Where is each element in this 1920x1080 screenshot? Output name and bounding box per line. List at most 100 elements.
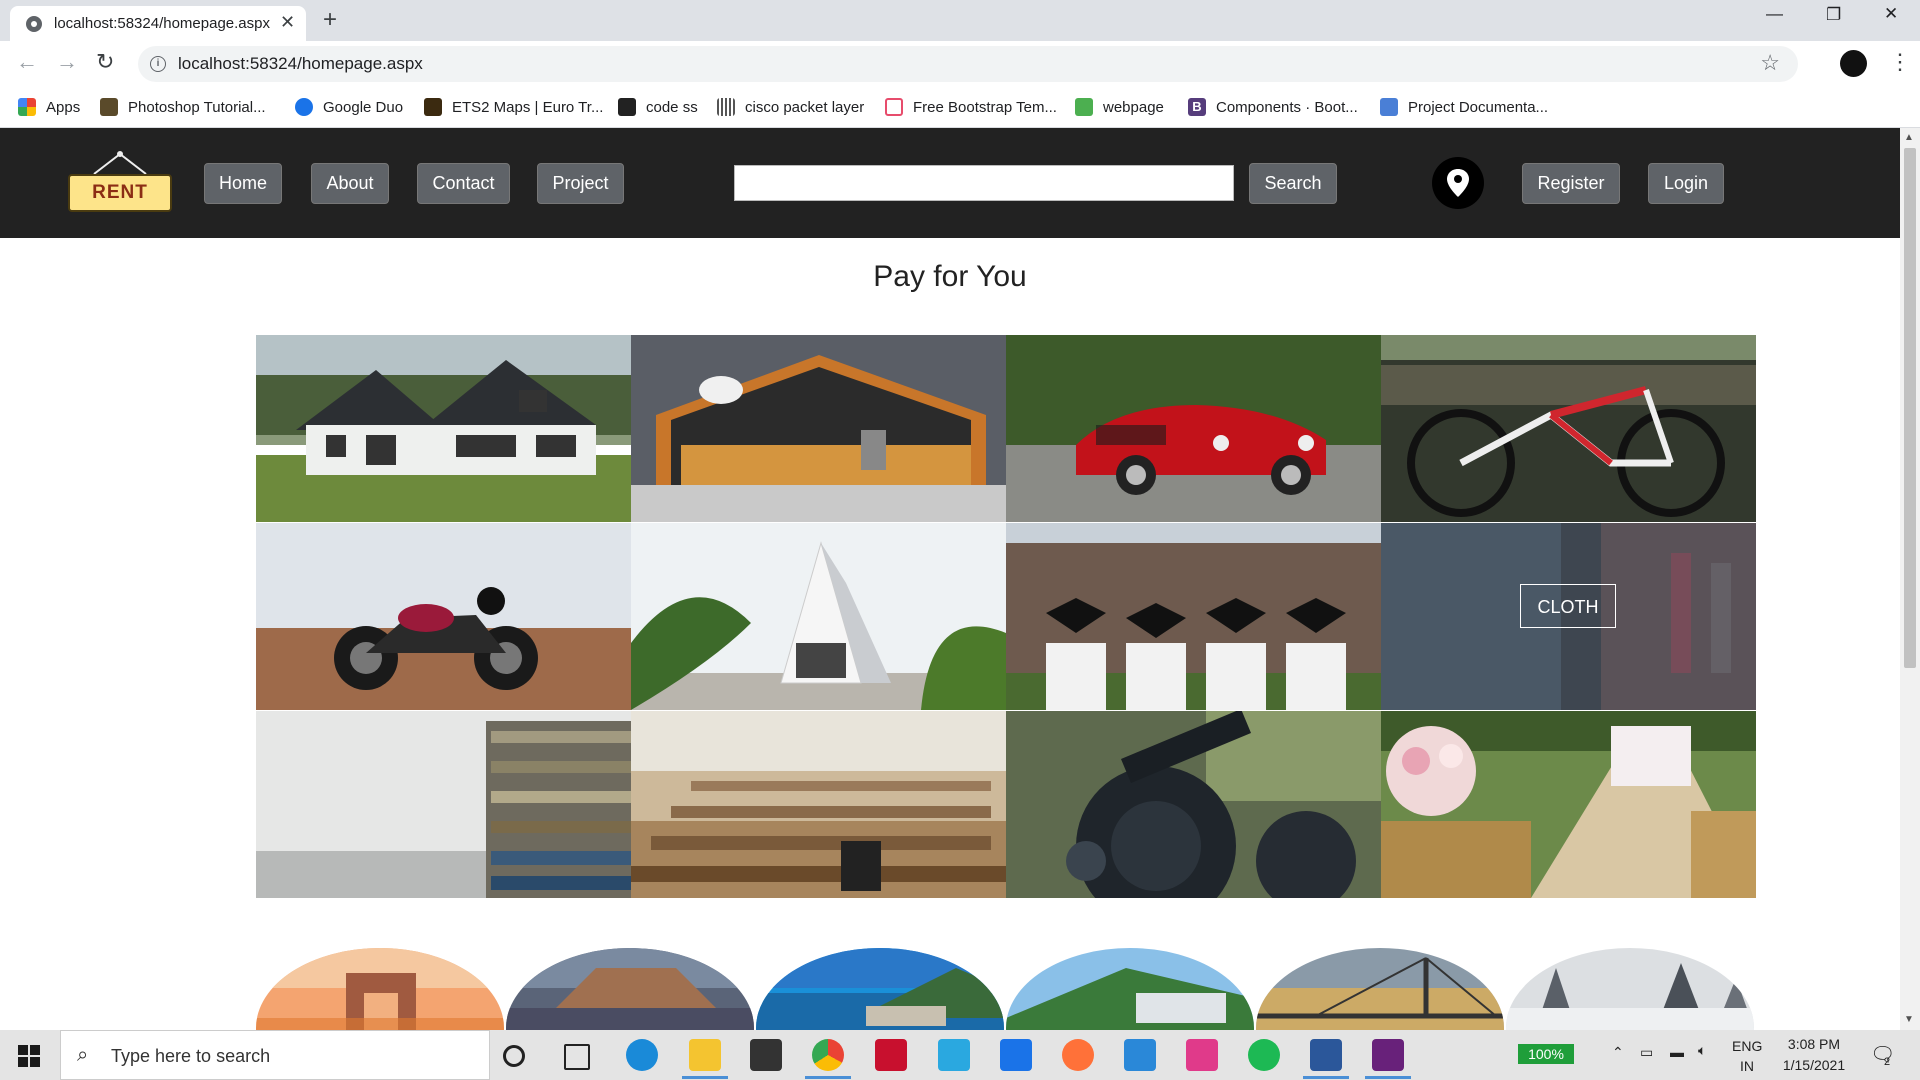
browser-tab[interactable]: localhost:58324/homepage.aspx ✕ <box>10 6 306 41</box>
reload-icon[interactable]: ↻ <box>96 49 114 75</box>
rent-logo[interactable]: RENT <box>68 150 172 214</box>
cloth-label[interactable]: CLOTH <box>1520 584 1616 628</box>
browser-tab-strip: localhost:58324/homepage.aspx ✕ + — ❐ ✕ <box>0 0 1920 41</box>
mail-icon[interactable] <box>1000 1039 1032 1071</box>
lecture-hall-image[interactable] <box>631 711 1006 898</box>
nav-project-button[interactable]: Project <box>537 163 624 204</box>
login-button[interactable]: Login <box>1648 163 1724 204</box>
browser-menu-icon[interactable]: ⋮ <box>1889 49 1911 75</box>
language-code[interactable]: ENG <box>1732 1038 1762 1054</box>
region-code[interactable]: IN <box>1740 1058 1754 1074</box>
scrollbar-thumb[interactable] <box>1904 148 1916 668</box>
books-image[interactable] <box>256 711 631 898</box>
duo-icon <box>295 98 313 116</box>
page-viewport: RENT Home About Contact Project Search R… <box>0 128 1900 1030</box>
active-app-indicator <box>682 1076 728 1079</box>
close-tab-icon[interactable]: ✕ <box>280 12 295 33</box>
clock-date[interactable]: 1/15/2021 <box>1778 1057 1850 1073</box>
close-window-icon[interactable]: ✕ <box>1884 4 1898 24</box>
house-image[interactable] <box>256 335 631 522</box>
bookmark-photoshop[interactable]: Photoshop Tutorial... <box>100 96 266 118</box>
taskbar-search-box[interactable]: ⌕ Type here to search <box>60 1030 490 1080</box>
scroll-down-icon[interactable]: ▼ <box>1904 1014 1914 1025</box>
back-icon[interactable]: ← <box>16 49 38 75</box>
bookmark-project-docs[interactable]: Project Documenta... <box>1380 96 1548 118</box>
fort-image[interactable] <box>506 948 754 1030</box>
location-pin-icon[interactable] <box>1432 157 1484 209</box>
shop-image[interactable] <box>631 335 1006 522</box>
minimize-icon[interactable]: — <box>1766 4 1783 24</box>
bookmark-webpage[interactable]: webpage <box>1075 96 1164 118</box>
cloth-image[interactable]: CLOTH <box>1381 523 1756 710</box>
network-icon[interactable]: ▭ <box>1640 1044 1653 1061</box>
bookmark-code-ss[interactable]: code ss <box>618 96 698 118</box>
notification-icon[interactable]: 🗨︎ <box>1870 1042 1895 1067</box>
teamviewer-icon[interactable] <box>1124 1039 1156 1071</box>
windows-start-icon[interactable] <box>18 1045 40 1067</box>
bookmark-label: Components · Boot... <box>1216 98 1358 116</box>
url-text[interactable]: localhost:58324/homepage.aspx <box>178 54 423 74</box>
building-image[interactable] <box>631 523 1006 710</box>
bookmark-label: code ss <box>646 98 698 116</box>
clock-time[interactable]: 3:08 PM <box>1784 1036 1844 1052</box>
search-button[interactable]: Search <box>1249 163 1337 204</box>
chrome-icon[interactable] <box>812 1039 844 1071</box>
visual-studio-icon[interactable] <box>1372 1039 1404 1071</box>
nav-home-button[interactable]: Home <box>204 163 282 204</box>
edge-icon[interactable] <box>626 1039 658 1071</box>
forward-icon[interactable]: → <box>56 49 78 75</box>
new-tab-icon[interactable]: + <box>323 6 337 34</box>
site-search-input[interactable] <box>734 165 1234 201</box>
store-icon[interactable] <box>750 1039 782 1071</box>
bookmark-label: Project Documenta... <box>1408 98 1549 116</box>
active-app-indicator <box>1303 1076 1349 1079</box>
profile-avatar[interactable] <box>1840 50 1867 77</box>
chevron-up-icon[interactable]: ⌃ <box>1612 1044 1624 1061</box>
spotify-icon[interactable] <box>1248 1039 1280 1071</box>
destination-row <box>256 948 1756 1030</box>
bookmark-star-icon[interactable]: ☆ <box>1760 50 1780 76</box>
snow-forest-image[interactable] <box>1506 948 1754 1030</box>
task-view-icon[interactable] <box>564 1044 590 1070</box>
machinery-image[interactable] <box>1006 711 1381 898</box>
hillside-image[interactable] <box>1006 948 1254 1030</box>
register-button[interactable]: Register <box>1522 163 1620 204</box>
active-app-indicator <box>805 1076 851 1079</box>
bookmark-label: Google Duo <box>323 98 404 116</box>
graduates-image[interactable] <box>1006 523 1381 710</box>
word-icon[interactable] <box>1310 1039 1342 1071</box>
file-explorer-icon[interactable] <box>689 1039 721 1071</box>
bookmark-apps[interactable]: Apps <box>18 96 80 118</box>
wedding-venue-image[interactable] <box>1381 711 1756 898</box>
volume-icon[interactable]: 🔈︎ <box>1698 1042 1706 1059</box>
bookmark-ets2[interactable]: ETS2 Maps | Euro Tr... <box>424 96 603 118</box>
sea-bridge-image[interactable] <box>1256 948 1504 1030</box>
notification-count: 2 <box>1884 1056 1891 1068</box>
india-gate-image[interactable] <box>256 948 504 1030</box>
nav-about-button[interactable]: About <box>311 163 389 204</box>
bookmark-google-duo[interactable]: Google Duo <box>295 96 403 118</box>
nav-contact-button[interactable]: Contact <box>417 163 510 204</box>
scroll-up-icon[interactable]: ▲ <box>1904 132 1914 143</box>
cortana-icon[interactable] <box>503 1045 525 1067</box>
info-icon[interactable]: i <box>150 56 166 72</box>
mcafee-icon[interactable] <box>875 1039 907 1071</box>
page-title: Pay for You <box>873 260 1027 293</box>
app-icon[interactable] <box>1186 1039 1218 1071</box>
restore-icon[interactable]: ❐ <box>1826 5 1841 25</box>
bicycle-image[interactable] <box>1381 335 1756 522</box>
omnibox[interactable]: i localhost:58324/homepage.aspx ☆ <box>138 46 1798 82</box>
beach-image[interactable] <box>756 948 1004 1030</box>
motorcycle-image[interactable] <box>256 523 631 710</box>
hanger-icon <box>93 151 147 175</box>
firefox-icon[interactable] <box>1062 1039 1094 1071</box>
bookmark-bootstrap-templates[interactable]: Free Bootstrap Tem... <box>885 96 1057 118</box>
battery-icon[interactable]: ▬ <box>1670 1044 1684 1060</box>
bookmark-cisco[interactable]: cisco packet layer <box>717 96 864 118</box>
page-scrollbar[interactable]: ▲ ▼ <box>1900 128 1920 1030</box>
battery-percentage[interactable]: 100% <box>1518 1044 1574 1064</box>
l-app-icon[interactable] <box>938 1039 970 1071</box>
apps-grid-icon <box>18 98 36 116</box>
red-car-image[interactable] <box>1006 335 1381 522</box>
bookmark-bootstrap-components[interactable]: B Components · Boot... <box>1188 96 1358 118</box>
